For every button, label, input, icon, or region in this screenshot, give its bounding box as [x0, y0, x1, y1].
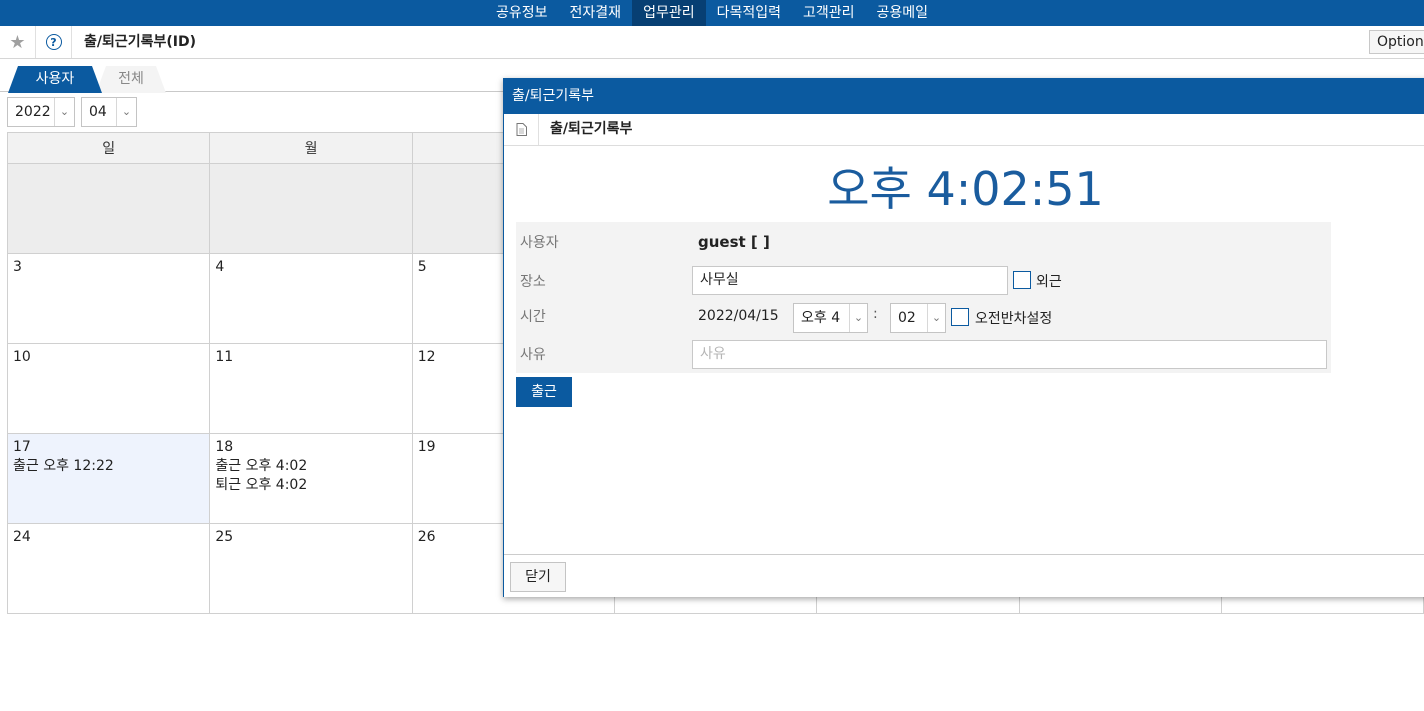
day-number: 4: [215, 259, 225, 275]
halfday-checkbox[interactable]: [951, 308, 969, 326]
menu-item-e-approval[interactable]: 전자결재: [559, 0, 633, 26]
dialog-subheader: 출/퇴근기록부: [504, 114, 1424, 146]
user-label: 사용자: [520, 235, 559, 251]
day-number: 18: [215, 439, 234, 455]
current-time-clock: 오후 4:02:51: [827, 162, 1104, 216]
attendance-record: 출근 오후 4:02: [215, 458, 308, 474]
attendance-record: 출근 오후 12:22: [13, 458, 114, 474]
tab-user[interactable]: 사용자: [8, 66, 102, 93]
menu-item-shared-mail[interactable]: 공용메일: [866, 0, 940, 26]
day-number: 10: [13, 349, 31, 365]
help-button[interactable]: ?: [36, 26, 72, 58]
document-icon: [504, 114, 539, 145]
tab-all[interactable]: 전체: [96, 66, 166, 93]
calendar-header-mon: 월: [209, 132, 413, 164]
day-number: 17: [13, 439, 31, 455]
minute-select-value: 02: [898, 310, 916, 326]
top-menu: 공유정보 전자결재 업무관리 다목적입력 고객관리 공용메일: [485, 0, 939, 26]
chevron-down-icon: ⌄: [54, 98, 74, 126]
calendar-day-cell: [6, 163, 211, 254]
user-value: guest [ ]: [698, 233, 770, 251]
calendar-header-sun: 일: [6, 132, 211, 164]
outside-work-checkbox[interactable]: [1013, 271, 1031, 289]
month-select-value: 04: [89, 104, 107, 120]
page-title-bar: ★ ? 출/퇴근기록부(ID) Option: [0, 26, 1424, 59]
attendance-dialog: 출/퇴근기록부 출/퇴근기록부 오후 4:02:51 사용자 guest [ ]…: [503, 78, 1424, 597]
page-title: 출/퇴근기록부(ID): [84, 34, 197, 50]
attendance-record: 퇴근 오후 4:02: [215, 477, 308, 493]
chevron-down-icon: ⌄: [849, 304, 867, 332]
year-select-value: 2022: [15, 104, 51, 120]
hour-select[interactable]: 오후 4 ⌄: [793, 303, 868, 333]
menu-item-shared-info[interactable]: 공유정보: [485, 0, 559, 26]
reason-input[interactable]: 사유: [692, 340, 1327, 369]
day-number: 24: [13, 529, 31, 545]
time-label: 시간: [520, 309, 546, 325]
day-number: 11: [215, 349, 234, 365]
menu-item-customer-management[interactable]: 고객관리: [792, 0, 866, 26]
calendar-day-cell[interactable]: 25: [209, 523, 413, 614]
calendar-day-cell-today[interactable]: 17 출근 오후 12:22: [6, 433, 211, 524]
top-navigation-bar: 공유정보 전자결재 업무관리 다목적입력 고객관리 공용메일: [0, 0, 1424, 26]
calendar-day-cell[interactable]: 11: [209, 343, 413, 434]
calendar-day-cell: [209, 163, 413, 254]
option-button[interactable]: Option: [1369, 30, 1424, 54]
calendar-day-cell[interactable]: 4: [209, 253, 413, 344]
chevron-down-icon: ⌄: [927, 304, 945, 332]
check-in-button[interactable]: 출근: [516, 377, 572, 407]
place-label: 장소: [520, 274, 546, 290]
day-number: 3: [13, 259, 22, 275]
calendar-day-cell[interactable]: 10: [6, 343, 211, 434]
halfday-label: 오전반차설정: [975, 311, 1053, 327]
calendar-day-cell[interactable]: 24: [6, 523, 211, 614]
menu-item-work-management[interactable]: 업무관리: [632, 0, 706, 26]
dialog-title[interactable]: 출/퇴근기록부: [504, 79, 1424, 114]
day-number: 25: [215, 529, 234, 545]
hour-select-value: 오후 4: [801, 310, 841, 326]
reason-label: 사유: [520, 347, 546, 363]
calendar-day-cell[interactable]: 3: [6, 253, 211, 344]
place-input[interactable]: 사무실: [692, 266, 1008, 295]
calendar-day-cell[interactable]: 18 출근 오후 4:02 퇴근 오후 4:02: [209, 433, 413, 524]
month-select[interactable]: 04 ⌄: [81, 97, 137, 127]
chevron-down-icon: ⌄: [116, 98, 136, 126]
year-select[interactable]: 2022 ⌄: [7, 97, 75, 127]
outside-work-label: 외근: [1036, 274, 1062, 290]
question-icon: ?: [45, 34, 62, 50]
dialog-footer: 닫기: [504, 554, 1424, 597]
star-icon[interactable]: ★: [0, 26, 36, 58]
dialog-subtitle: 출/퇴근기록부: [550, 121, 633, 137]
attendance-form: 사용자 guest [ ] 장소 사무실 외근 시간 2022/04/15 오후…: [516, 222, 1331, 373]
date-value: 2022/04/15: [698, 308, 779, 324]
time-separator: :: [873, 306, 878, 322]
menu-item-multi-input[interactable]: 다목적입력: [706, 0, 792, 26]
minute-select[interactable]: 02 ⌄: [890, 303, 946, 333]
close-button[interactable]: 닫기: [510, 562, 566, 592]
